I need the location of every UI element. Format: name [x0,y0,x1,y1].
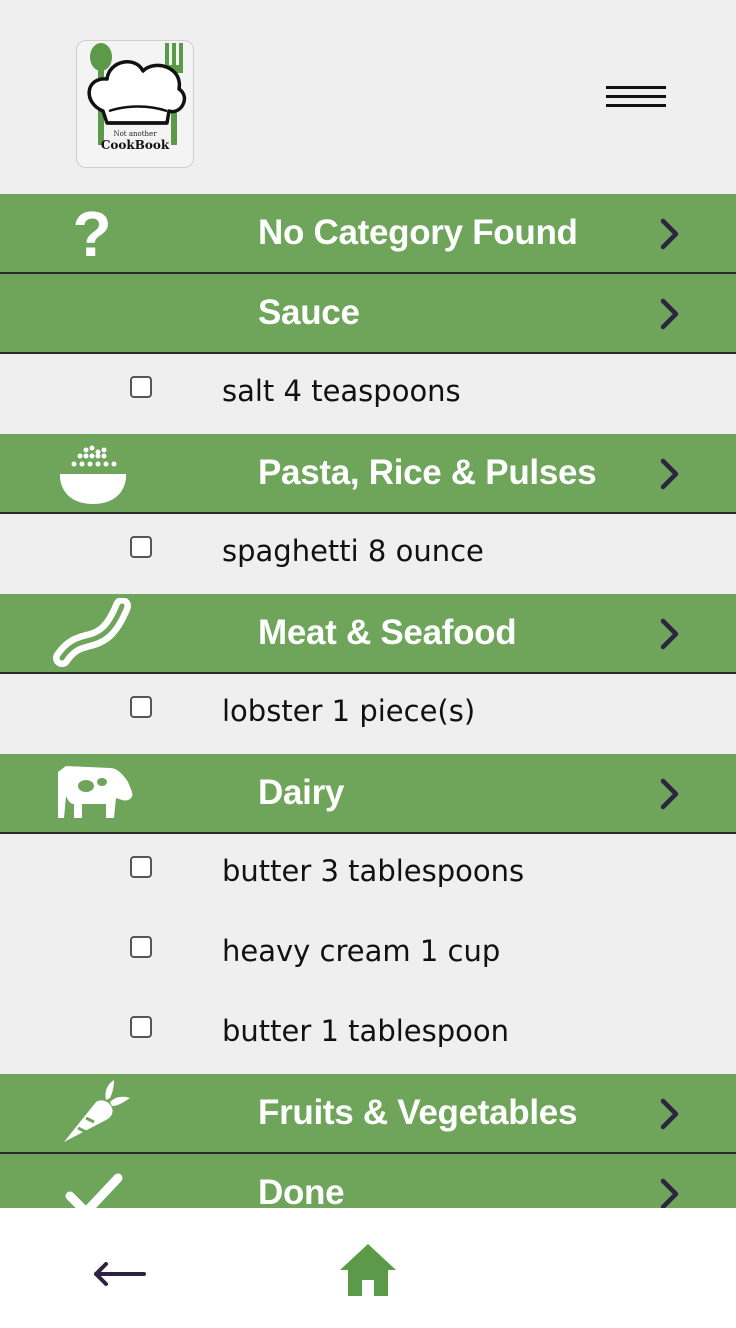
chevron-right-icon [660,1178,679,1210]
chevron-right-icon [660,218,679,250]
home-button[interactable] [336,1242,400,1302]
category-label: Dairy [258,773,345,812]
question-mark-icon: ? [72,198,111,268]
category-header-dairy[interactable]: Dairy [0,754,736,834]
chevron-right-icon [660,778,679,810]
chevron-right-icon [660,458,679,490]
hamburger-line [606,104,666,107]
list-item: butter 1 tablespoon [0,994,736,1074]
chevron-right-icon [660,618,679,650]
item-checkbox[interactable] [130,696,152,718]
bottom-nav [0,1208,736,1328]
item-label: heavy cream 1 cup [222,934,501,968]
cookbook-logo[interactable]: Not another CookBook [76,40,194,168]
item-checkbox[interactable] [130,376,152,398]
item-checkbox[interactable] [130,1016,152,1038]
rice-bowl-icon [60,445,126,504]
category-label: Fruits & Vegetables [258,1093,578,1132]
category-header-meat-seafood[interactable]: Meat & Seafood [0,594,736,674]
category-header-pasta-rice-pulses[interactable]: Pasta, Rice & Pulses [0,434,736,514]
category-label: Sauce [258,293,360,332]
item-label: butter 3 tablespoons [222,854,525,888]
category-label: Pasta, Rice & Pulses [258,453,597,492]
list-item: heavy cream 1 cup [0,914,736,994]
svg-text:?: ? [72,198,111,268]
hamburger-menu-icon [606,86,666,89]
app-header: Not another CookBook [0,0,736,194]
home-icon [340,1244,396,1296]
item-label: spaghetti 8 ounce [222,534,484,568]
category-header-fruits-vegetables[interactable]: Fruits & Vegetables [0,1074,736,1154]
category-label: No Category Found [258,213,578,252]
list-item: salt 4 teaspoons [0,354,736,434]
category-label: Meat & Seafood [258,613,517,652]
logo-tagline: Not another [113,130,157,138]
chevron-right-icon [660,1098,679,1130]
item-label: lobster 1 piece(s) [222,694,476,728]
category-header-sauce[interactable]: Sauce [0,274,736,354]
bacon-icon [53,598,131,667]
item-label: butter 1 tablespoon [222,1014,510,1048]
category-header-no-category[interactable]: ? No Category Found [0,194,736,274]
carrot-icon [64,1080,130,1142]
chevron-right-icon [660,298,679,330]
cow-icon [58,766,133,818]
list-item: lobster 1 piece(s) [0,674,736,754]
list-item: spaghetti 8 ounce [0,514,736,594]
logo-title: CookBook [100,138,170,152]
menu-button[interactable] [604,82,668,112]
hamburger-line [606,95,666,98]
back-arrow-icon [94,1262,146,1286]
shopping-list: ? No Category Found Sauce salt 4 teaspoo… [0,194,736,1234]
back-button[interactable] [88,1248,150,1298]
item-label: salt 4 teaspoons [222,374,461,408]
item-checkbox[interactable] [130,936,152,958]
category-label: Done [258,1173,345,1212]
list-item: butter 3 tablespoons [0,834,736,914]
item-checkbox[interactable] [130,536,152,558]
item-checkbox[interactable] [130,856,152,878]
